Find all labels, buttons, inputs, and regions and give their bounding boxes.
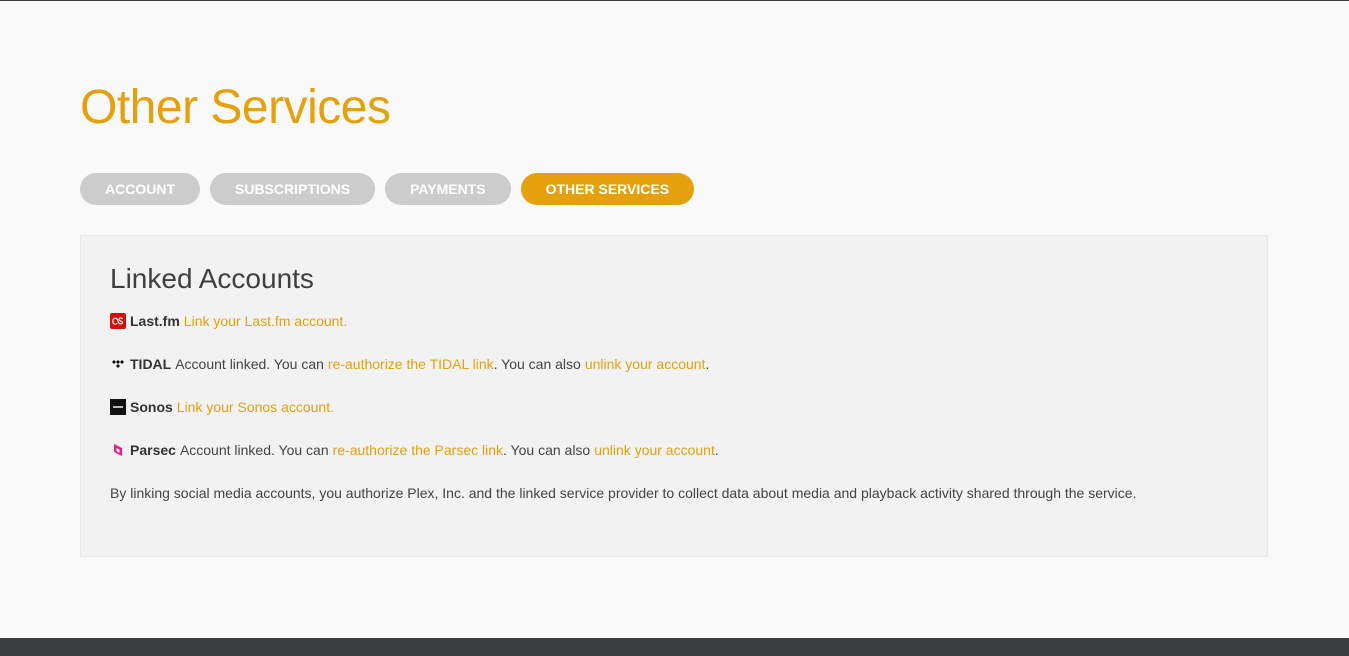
link-lastfm-account[interactable]: Link your Last.fm account. [184, 313, 347, 329]
settings-tabs: ACCOUNT SUBSCRIPTIONS PAYMENTS OTHER SER… [80, 173, 695, 205]
page-title: Other Services [80, 81, 391, 134]
parsec-icon [110, 442, 126, 458]
parsec-also-text: . You can also [503, 442, 591, 458]
linking-disclaimer: By linking social media accounts, you au… [110, 485, 1137, 501]
tab-account[interactable]: ACCOUNT [80, 173, 200, 205]
unlink-parsec-account-link[interactable]: unlink your account [594, 442, 715, 458]
tab-payments[interactable]: PAYMENTS [385, 173, 511, 205]
service-row-lastfm: Last.fm Link your Last.fm account. [110, 311, 347, 331]
parsec-period: . [714, 442, 719, 458]
link-sonos-account[interactable]: Link your Sonos account. [177, 399, 334, 415]
tidal-also-text: . You can also [493, 356, 581, 372]
tab-other-services[interactable]: OTHER SERVICES [520, 173, 695, 205]
service-row-parsec: Parsec Account linked. You can re-author… [110, 440, 719, 460]
sonos-icon [110, 399, 126, 415]
linked-accounts-panel: Linked Accounts Last.fm Link your Last.f… [80, 235, 1268, 557]
parsec-status-text: Account linked. You can [179, 442, 329, 458]
linked-accounts-title: Linked Accounts [110, 263, 314, 294]
service-row-sonos: Sonos Link your Sonos account. [110, 397, 334, 417]
reauthorize-parsec-link[interactable]: re-authorize the Parsec link [333, 442, 503, 458]
service-name-parsec: Parsec [130, 442, 176, 458]
unlink-tidal-account-link[interactable]: unlink your account [585, 356, 706, 372]
tidal-period: . [705, 356, 710, 372]
service-name-sonos: Sonos [130, 399, 173, 415]
service-name-tidal: TIDAL [130, 356, 172, 372]
tidal-status-text: Account linked. You can [175, 356, 324, 372]
top-border [0, 0, 1349, 1]
reauthorize-tidal-link[interactable]: re-authorize the TIDAL link [328, 356, 494, 372]
service-name-lastfm: Last.fm [130, 313, 180, 329]
footer [0, 638, 1349, 656]
tidal-icon [110, 356, 126, 372]
lastfm-icon [110, 313, 126, 329]
service-row-tidal: TIDAL Account linked. You can re-authori… [110, 354, 709, 374]
tab-subscriptions[interactable]: SUBSCRIPTIONS [210, 173, 376, 205]
